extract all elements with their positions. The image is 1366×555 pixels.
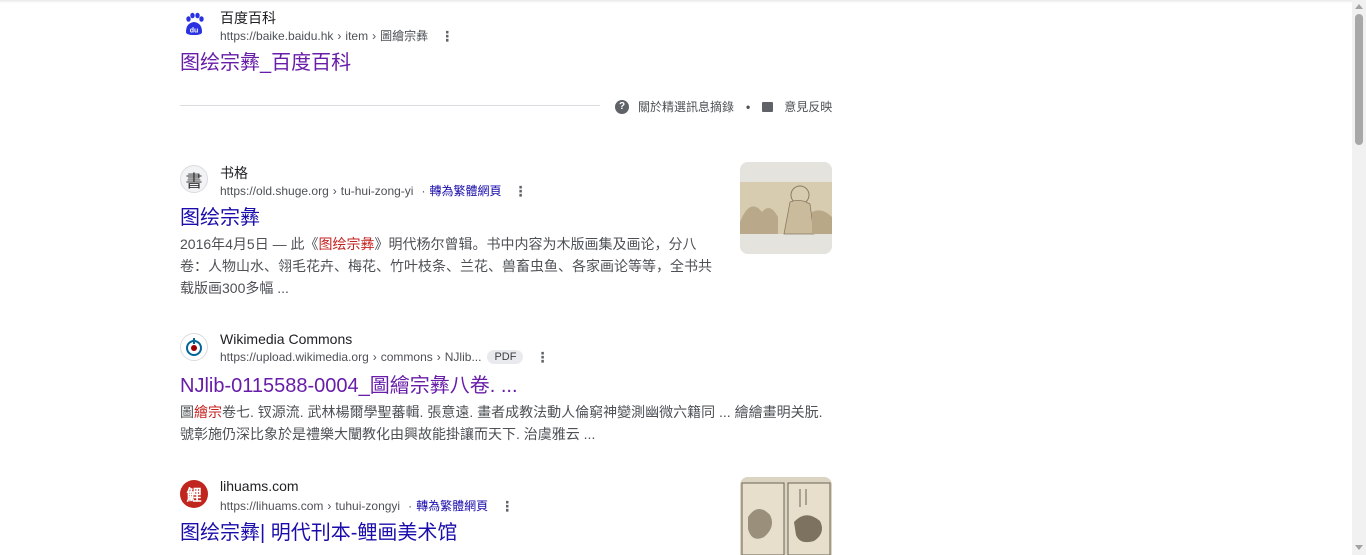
pdf-badge: PDF: [487, 350, 524, 364]
search-result-wikimedia: Wikimedia Commons https://upload.wikimed…: [180, 331, 832, 445]
result-url: https://old.shuge.org › tu-hui-zong-yi ·…: [220, 182, 527, 199]
result-snippet: 圖繪宗卷七. 钗源流. 武林楊爾學聖蕃輯. 張意遠. 畫者成教法動人倫窮神變測幽…: [180, 404, 823, 442]
url-path-segment: tu-hui-zong-yi: [340, 183, 414, 198]
site-name: lihuams.com: [220, 478, 299, 494]
top-shadow: [0, 0, 1352, 3]
url-base: https://lihuams.com: [220, 498, 324, 513]
translate-separator: ·: [421, 183, 426, 198]
result-source[interactable]: Wikimedia Commons https://upload.wikimed…: [180, 331, 832, 367]
result-thumbnail[interactable]: [740, 162, 832, 254]
result-url: https://lihuams.com › tuhui-zongyi · 轉為繁…: [220, 497, 514, 514]
result-title-link[interactable]: NJlib-0115588-0004_圖繪宗彝八卷. ...: [180, 373, 832, 399]
painting-thumbnail-image: [740, 162, 832, 254]
featured-snippet-feedback: ? 關於精選訊息摘錄 • 意見反映: [615, 98, 832, 115]
result-url: https://upload.wikimedia.org › commons ›…: [220, 350, 549, 364]
search-result-baidu: du 百度百科 https://baike.baidu.hk › item › …: [180, 8, 832, 76]
woodblock-print-thumbnail-image: [740, 477, 832, 555]
url-base: https://upload.wikimedia.org: [220, 350, 369, 364]
baidu-paw-icon: du: [180, 10, 208, 38]
result-snippet: 2016年4月5日 — 此《图绘宗彝》明代杨尔曾辑。书中内容为木版画集及画论，分…: [180, 236, 712, 296]
url-base: https://baike.baidu.hk: [220, 28, 334, 43]
result-source[interactable]: du 百度百科 https://baike.baidu.hk › item › …: [180, 8, 832, 44]
more-options-icon[interactable]: ⋮: [535, 350, 549, 364]
separator-dot: •: [746, 99, 751, 114]
result-thumbnail[interactable]: [740, 477, 832, 555]
url-path-segment: 圖繪宗彝: [380, 29, 429, 43]
breadcrumb-separator: ›: [327, 498, 332, 513]
more-options-icon[interactable]: ⋮: [440, 29, 454, 43]
site-name: 百度百科: [220, 10, 276, 26]
translate-page-link[interactable]: 轉為繁體網頁: [416, 497, 488, 514]
breadcrumb-separator: ›: [332, 183, 337, 198]
page-scrollbar[interactable]: [1352, 0, 1366, 555]
result-source[interactable]: 鯉 lihuams.com https://lihuams.com › tuhu…: [180, 478, 720, 514]
site-name: Wikimedia Commons: [220, 331, 353, 347]
featured-snippet-divider: [180, 105, 600, 106]
result-title-link[interactable]: 图绘宗彝_百度百科: [180, 50, 832, 76]
url-base: https://old.shuge.org: [220, 183, 329, 198]
breadcrumb-separator: ›: [436, 350, 441, 364]
result-url: https://baike.baidu.hk › item › 圖繪宗彝 ⋮: [220, 27, 454, 44]
shuge-logo-icon: 書: [180, 165, 208, 193]
scrollbar-thumb[interactable]: [1355, 14, 1363, 145]
search-result-lihuams: 鯉 lihuams.com https://lihuams.com › tuhu…: [180, 478, 720, 546]
url-path-segment: item: [345, 28, 369, 43]
more-options-icon[interactable]: ⋮: [513, 184, 527, 198]
result-title-link[interactable]: 图绘宗彝| 明代刊本-鲤画美术馆: [180, 520, 720, 546]
url-path-segment: tuhui-zongyi: [335, 498, 401, 513]
wikimedia-icon: [180, 333, 208, 361]
lihua-logo-icon: 鯉: [180, 480, 208, 508]
result-source[interactable]: 書 书格 https://old.shuge.org › tu-hui-zong…: [180, 163, 720, 199]
more-options-icon[interactable]: ⋮: [500, 499, 514, 513]
url-path-segment: commons: [380, 350, 433, 364]
feedback-link[interactable]: 意見反映: [784, 98, 832, 115]
result-title-link[interactable]: 图绘宗彝: [180, 205, 720, 231]
breadcrumb-separator: ›: [337, 28, 342, 43]
translate-page-link[interactable]: 轉為繁體網頁: [429, 182, 501, 199]
help-icon[interactable]: ?: [615, 99, 629, 114]
breadcrumb-separator: ›: [372, 350, 377, 364]
url-path-segment: NJlib...: [444, 350, 482, 364]
scroll-up-arrow-icon[interactable]: [1355, 4, 1363, 9]
translate-separator: ·: [408, 498, 413, 513]
feedback-icon[interactable]: [762, 101, 774, 112]
about-featured-snippets-link[interactable]: 關於精選訊息摘錄: [638, 98, 734, 115]
breadcrumb-separator: ›: [372, 28, 377, 43]
scroll-down-arrow-icon[interactable]: [1355, 545, 1363, 550]
svg-text:du: du: [190, 28, 199, 35]
snippet-highlight: 繪宗: [194, 404, 222, 420]
site-name: 书格: [220, 165, 248, 181]
search-result-shuge: 書 书格 https://old.shuge.org › tu-hui-zong…: [180, 163, 720, 299]
snippet-highlight: 图绘宗彝: [318, 236, 375, 252]
